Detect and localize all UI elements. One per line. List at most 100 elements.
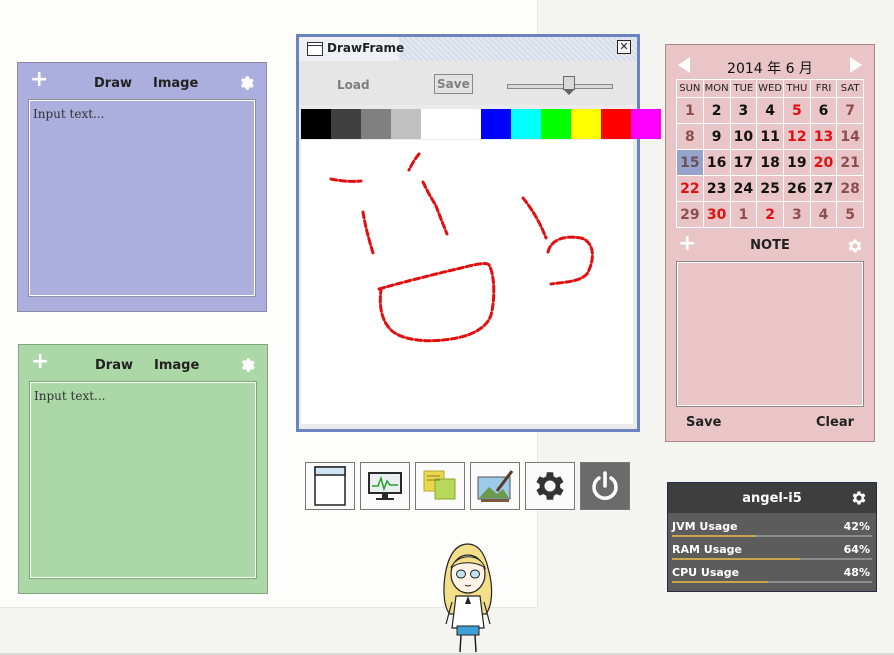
note-image-button[interactable]: Image bbox=[153, 76, 198, 91]
weekday-header: MON bbox=[702, 79, 731, 98]
note-text-area[interactable]: Input text... bbox=[28, 99, 256, 297]
calendar-day[interactable]: 5 bbox=[783, 97, 811, 124]
note-settings-gear-icon[interactable] bbox=[238, 74, 256, 96]
calendar-day[interactable]: 7 bbox=[836, 97, 864, 124]
add-note-icon[interactable]: + bbox=[31, 351, 49, 373]
image-paint-app-button[interactable] bbox=[470, 462, 520, 510]
calendar-day[interactable]: 27 bbox=[809, 175, 838, 202]
calendar-day[interactable]: 5 bbox=[836, 201, 864, 228]
draw-frame-titlebar[interactable]: DrawFrame ✕ bbox=[299, 37, 637, 61]
calendar-day[interactable]: 1 bbox=[676, 97, 704, 124]
color-swatch[interactable] bbox=[571, 109, 601, 139]
jvm-usage-row: JVM Usage 42% bbox=[672, 517, 872, 537]
draw-frame-window[interactable]: DrawFrame ✕ Load Save bbox=[296, 34, 661, 432]
window-icon bbox=[314, 466, 346, 506]
calendar-day[interactable]: 2 bbox=[756, 201, 785, 228]
weekday-header: SUN bbox=[676, 79, 704, 98]
calendar-day[interactable]: 18 bbox=[756, 149, 785, 176]
calendar-day[interactable]: 25 bbox=[756, 175, 785, 202]
calendar-day[interactable]: 24 bbox=[729, 175, 758, 202]
calendar-clear-button[interactable]: Clear bbox=[816, 415, 854, 430]
calendar-day[interactable]: 26 bbox=[783, 175, 811, 202]
note-placeholder: Input text... bbox=[34, 389, 106, 403]
save-button[interactable]: Save bbox=[434, 74, 473, 94]
usage-value: 64% bbox=[843, 543, 870, 556]
calendar-widget: 2014 年 6 月 SUN MON TUE WED THU FRI SAT 1 2 3 4 5 6 7 8… bbox=[665, 44, 875, 442]
color-swatch[interactable] bbox=[481, 109, 511, 139]
color-swatch[interactable] bbox=[361, 109, 391, 139]
color-swatch[interactable] bbox=[541, 109, 571, 139]
calendar-day[interactable]: 3 bbox=[783, 201, 811, 228]
calendar-day[interactable]: 3 bbox=[729, 97, 758, 124]
calendar-day[interactable]: 16 bbox=[702, 149, 731, 176]
calendar-day[interactable]: 10 bbox=[729, 123, 758, 150]
calendar-day[interactable]: 22 bbox=[676, 175, 704, 202]
window-app-button[interactable] bbox=[305, 462, 355, 510]
add-note-icon[interactable]: + bbox=[30, 69, 48, 91]
color-swatch[interactable] bbox=[301, 109, 331, 139]
power-button[interactable] bbox=[580, 462, 630, 510]
settings-app-button[interactable] bbox=[525, 462, 575, 510]
app-dock bbox=[305, 462, 630, 510]
color-swatch[interactable] bbox=[331, 109, 361, 139]
cpu-usage-row: CPU Usage 48% bbox=[672, 563, 872, 583]
system-monitor-widget: angel-i5 JVM Usage 42% RAM Usage 64% CPU… bbox=[667, 482, 877, 592]
calendar-day[interactable]: 1 bbox=[729, 201, 758, 228]
note-toolbar: + Draw Image bbox=[19, 345, 267, 381]
note-toolbar: + Draw Image bbox=[18, 63, 266, 99]
mascot-character[interactable] bbox=[438, 540, 498, 655]
note-text-area[interactable]: Input text... bbox=[29, 381, 257, 579]
calendar-settings-gear-icon[interactable] bbox=[846, 237, 864, 259]
calendar-day[interactable]: 4 bbox=[756, 97, 785, 124]
power-icon bbox=[592, 471, 618, 500]
window-icon bbox=[307, 42, 323, 56]
note-draw-button[interactable]: Draw bbox=[95, 358, 133, 373]
sticky-note-blue[interactable]: + Draw Image Input text... bbox=[17, 62, 267, 312]
ram-usage-row: RAM Usage 64% bbox=[672, 540, 872, 560]
monitor-settings-gear-icon[interactable] bbox=[850, 489, 868, 511]
calendar-day[interactable]: 2 bbox=[702, 97, 731, 124]
brush-size-slider-thumb[interactable] bbox=[563, 76, 576, 95]
calendar-day[interactable]: 28 bbox=[836, 175, 864, 202]
calendar-day[interactable]: 21 bbox=[836, 149, 864, 176]
close-icon[interactable]: ✕ bbox=[617, 40, 631, 54]
calendar-day[interactable]: 23 bbox=[702, 175, 731, 202]
calendar-day[interactable]: 29 bbox=[676, 201, 704, 228]
color-swatch[interactable] bbox=[631, 109, 661, 139]
calendar-day[interactable]: 19 bbox=[783, 149, 811, 176]
note-draw-button[interactable]: Draw bbox=[94, 76, 132, 91]
note-settings-gear-icon[interactable] bbox=[239, 356, 257, 378]
calendar-save-button[interactable]: Save bbox=[686, 415, 721, 430]
calendar-day[interactable]: 8 bbox=[676, 123, 704, 150]
monitor-header: angel-i5 bbox=[668, 483, 876, 513]
sticky-notes-app-button[interactable] bbox=[415, 462, 465, 510]
calendar-day[interactable]: 12 bbox=[783, 123, 811, 150]
weekday-header: TUE bbox=[729, 79, 758, 98]
calendar-note-textarea[interactable] bbox=[676, 261, 864, 407]
brush-size-slider[interactable] bbox=[507, 84, 613, 89]
calendar-note-title: NOTE bbox=[750, 238, 790, 253]
calendar-day[interactable]: 9 bbox=[702, 123, 731, 150]
sticky-note-green[interactable]: + Draw Image Input text... bbox=[18, 344, 268, 594]
drawing-strokes bbox=[329, 152, 594, 343]
calendar-day[interactable]: 6 bbox=[809, 97, 838, 124]
settings-gear-icon bbox=[536, 472, 564, 500]
calendar-day[interactable]: 20 bbox=[809, 149, 838, 176]
calendar-day[interactable]: 4 bbox=[809, 201, 838, 228]
calendar-day[interactable]: 13 bbox=[809, 123, 838, 150]
weekday-header: THU bbox=[783, 79, 811, 98]
color-swatch[interactable] bbox=[511, 109, 541, 139]
color-swatch[interactable] bbox=[391, 109, 421, 139]
color-swatch[interactable] bbox=[421, 109, 451, 139]
calendar-day[interactable]: 30 bbox=[702, 201, 731, 228]
calendar-day[interactable]: 14 bbox=[836, 123, 864, 150]
load-button[interactable]: Load bbox=[337, 78, 370, 92]
calendar-day[interactable]: 15 bbox=[676, 149, 704, 176]
drawing-canvas[interactable] bbox=[301, 140, 633, 424]
calendar-day[interactable]: 11 bbox=[756, 123, 785, 150]
calendar-day[interactable]: 17 bbox=[729, 149, 758, 176]
usage-bar bbox=[672, 535, 756, 537]
color-swatch[interactable] bbox=[601, 109, 631, 139]
monitor-app-button[interactable] bbox=[360, 462, 410, 510]
note-image-button[interactable]: Image bbox=[154, 358, 199, 373]
